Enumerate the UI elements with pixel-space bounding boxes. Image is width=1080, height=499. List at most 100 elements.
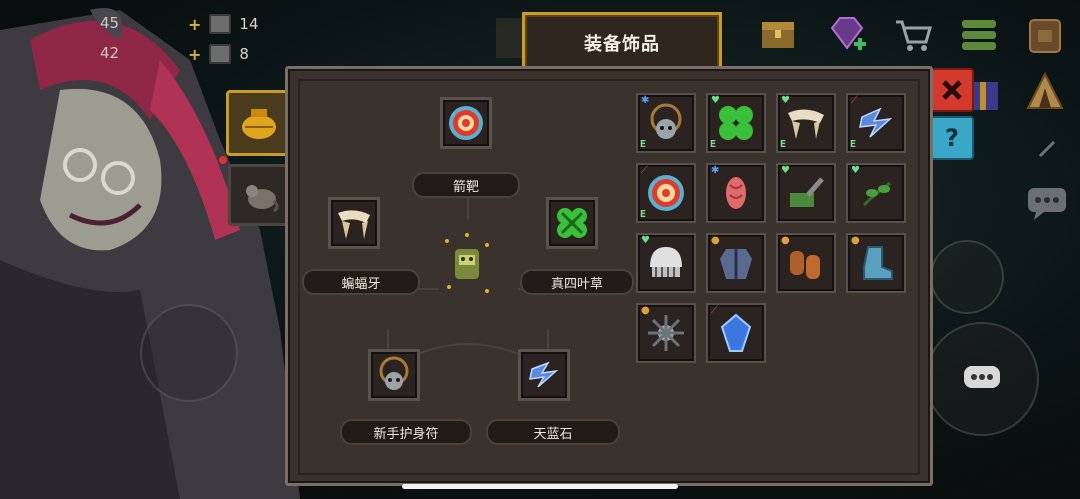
equip-slot-top[interactable] bbox=[440, 97, 492, 149]
pin-tag-icon: ● bbox=[641, 305, 650, 316]
equipped-badge: E bbox=[640, 139, 647, 150]
star-tag-icon: ✱ bbox=[711, 165, 720, 176]
inventory-slot[interactable]: ✱ bbox=[706, 163, 766, 223]
inventory-slot[interactable]: ✱ E bbox=[636, 93, 696, 153]
star-tag-icon: ✱ bbox=[641, 95, 650, 106]
close-icon bbox=[942, 80, 962, 100]
spiky-gear-icon bbox=[648, 315, 684, 351]
close-button[interactable] bbox=[930, 68, 974, 112]
heart-tag-icon: ♥ bbox=[781, 165, 790, 176]
amulet-icon bbox=[650, 103, 682, 139]
inventory-slot[interactable]: ♥ E bbox=[706, 93, 766, 153]
character-icon bbox=[445, 233, 489, 293]
gem-count: 42 bbox=[100, 44, 120, 62]
help-label: ? bbox=[945, 124, 959, 152]
pin-tag-icon: ● bbox=[781, 235, 790, 246]
equip-left-text: 蝙蝠牙 bbox=[341, 276, 381, 292]
fish-material-counter: + 14 bbox=[188, 14, 259, 34]
plus-icon: + bbox=[188, 44, 202, 64]
equipped-badge: E bbox=[780, 139, 787, 150]
bat-fang-icon bbox=[788, 109, 824, 139]
plus-icon: + bbox=[188, 14, 202, 34]
target-icon bbox=[648, 175, 684, 211]
sword-tag-icon: ⟋ bbox=[641, 165, 648, 176]
equip-slot-bottom-right[interactable] bbox=[518, 349, 570, 401]
rat-icon bbox=[246, 185, 279, 213]
notification-dot bbox=[219, 156, 227, 164]
fish-material-count: 14 bbox=[239, 15, 259, 33]
heart-tag-icon: ♥ bbox=[851, 165, 860, 176]
ore-material-counter: + 8 bbox=[188, 44, 249, 64]
heart-tag-icon: ♥ bbox=[711, 95, 720, 106]
clover-icon bbox=[719, 106, 753, 140]
inventory-slot[interactable]: ● bbox=[846, 233, 906, 293]
herb-icon bbox=[862, 181, 891, 207]
move-joystick[interactable] bbox=[140, 304, 238, 402]
heart-tag-icon: ♥ bbox=[641, 235, 650, 246]
target-icon bbox=[449, 106, 483, 140]
help-button[interactable]: ? bbox=[930, 116, 974, 160]
list-icon[interactable] bbox=[958, 14, 1000, 60]
chest-icon[interactable] bbox=[758, 14, 798, 58]
sausage-icon bbox=[790, 251, 820, 279]
villain-character-art bbox=[0, 8, 300, 499]
coin-count: 45 bbox=[100, 14, 120, 32]
equip-label-right: 真四叶草 bbox=[520, 269, 634, 295]
amulet-icon bbox=[379, 356, 409, 390]
boot-icon bbox=[863, 246, 893, 280]
ore-material-icon bbox=[209, 44, 232, 64]
panel-title-tab: 装备饰品 bbox=[522, 12, 722, 74]
backpack-icon[interactable] bbox=[1024, 14, 1066, 60]
tent-icon[interactable] bbox=[1024, 70, 1066, 116]
fish-material-icon bbox=[209, 14, 232, 34]
equip-bottom-right-text: 天蓝石 bbox=[533, 426, 573, 442]
inventory-slot[interactable]: ⟋ E bbox=[846, 93, 906, 153]
skull-helmet-icon bbox=[650, 247, 682, 277]
tab-honey-jar[interactable] bbox=[226, 90, 292, 156]
coin-counter: 45 bbox=[100, 14, 119, 32]
equip-label-top: 箭靶 bbox=[412, 172, 520, 198]
inventory-slot[interactable]: ⟋ bbox=[706, 303, 766, 363]
inventory-slot[interactable]: ● bbox=[776, 233, 836, 293]
equipped-badge: E bbox=[640, 209, 647, 220]
pin-tag-icon: ● bbox=[711, 235, 720, 246]
chat-button[interactable] bbox=[1026, 186, 1068, 222]
chat-icon bbox=[1028, 188, 1066, 220]
sky-stone-icon bbox=[529, 361, 559, 388]
cart-icon[interactable] bbox=[892, 14, 934, 60]
equip-slot-right[interactable] bbox=[546, 197, 598, 249]
inventory-slot[interactable]: ● bbox=[636, 303, 696, 363]
equip-right-text: 真四叶草 bbox=[550, 276, 603, 292]
inventory-slot[interactable]: ⟋ E bbox=[636, 163, 696, 223]
equip-label-bottom-right: 天蓝石 bbox=[486, 419, 620, 445]
inventory-grid: ✱ E ♥ E ♥ E ⟋ E ⟋ E ✱ ♥ ♥ ♥ ● ● ● ● ⟋ bbox=[636, 93, 916, 393]
equip-top-text: 箭靶 bbox=[452, 179, 479, 195]
sword-tag-icon: ⟋ bbox=[851, 95, 858, 106]
equip-slot-left[interactable] bbox=[328, 197, 380, 249]
equip-label-bottom-left: 新手护身符 bbox=[340, 419, 472, 445]
inventory-slot[interactable]: ♥ bbox=[846, 163, 906, 223]
sky-stone-icon bbox=[859, 107, 893, 138]
meat-icon bbox=[726, 177, 746, 209]
equipped-badge: E bbox=[850, 139, 857, 150]
skill-button[interactable] bbox=[930, 240, 1004, 314]
equip-bottom-left-text: 新手护身符 bbox=[373, 426, 439, 442]
blue-crystal-icon bbox=[720, 313, 752, 352]
inventory-slot[interactable]: ♥ bbox=[636, 233, 696, 293]
inventory-slot[interactable]: ♥ E bbox=[776, 93, 836, 153]
panel-title: 装备饰品 bbox=[584, 34, 660, 55]
armor-icon bbox=[720, 249, 752, 279]
tab-rat[interactable] bbox=[228, 164, 292, 226]
equip-slot-bottom-left[interactable] bbox=[368, 349, 420, 401]
equipped-badge: E bbox=[710, 139, 717, 150]
diamond-plus-icon[interactable] bbox=[826, 14, 868, 60]
attack-joystick[interactable] bbox=[925, 322, 1039, 436]
slingshot-icon bbox=[790, 177, 824, 207]
inventory-slot[interactable]: ● bbox=[706, 233, 766, 293]
clover-icon bbox=[557, 208, 587, 238]
home-indicator bbox=[402, 484, 678, 489]
inventory-slot[interactable]: ♥ bbox=[776, 163, 836, 223]
accessory-panel: 箭靶 蝙蝠牙 真四叶草 新手护身符 天蓝石 ✱ E ♥ E ♥ E ⟋ E ⟋ E ✱ ♥ ♥ ♥ ● ● ● ●… bbox=[285, 66, 933, 486]
heart-tag-icon: ♥ bbox=[781, 95, 790, 106]
sword-tag-icon: ⟋ bbox=[711, 305, 718, 316]
